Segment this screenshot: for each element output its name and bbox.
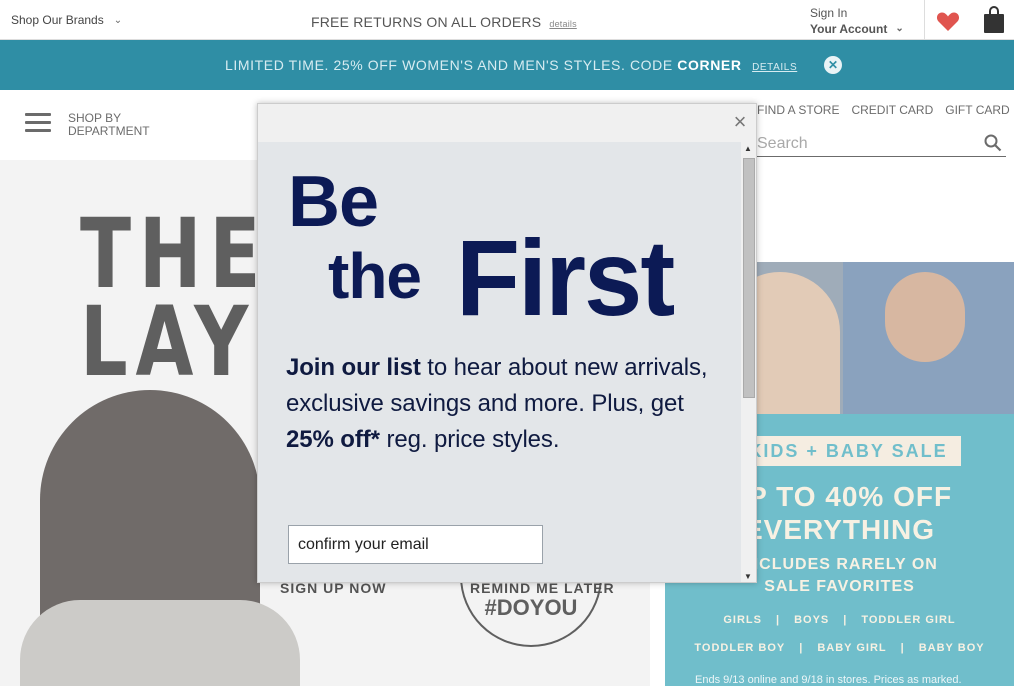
email-signup-modal: × ▲ ▼ Be the First Join our list to hear… — [257, 103, 757, 583]
promo-close-icon[interactable]: ✕ — [824, 56, 842, 74]
your-account-label: Your Account — [810, 22, 888, 36]
sign-in-link[interactable]: Sign In — [810, 5, 904, 21]
promo-text: LIMITED TIME. 25% OFF WOMEN'S AND MEN'S … — [225, 57, 673, 73]
chevron-down-icon: ⌄ — [113, 14, 123, 26]
your-account-dropdown[interactable]: Your Account ⌄ — [810, 21, 904, 37]
headline-first: First — [456, 217, 675, 338]
utility-bar: Shop Our Brands ⌄ FREE RETURNS ON ALL OR… — [0, 0, 1014, 40]
headline-be: Be — [288, 162, 379, 242]
chevron-down-icon: ⌄ — [895, 23, 904, 34]
scrollbar-thumb[interactable] — [743, 158, 755, 398]
modal-scrollbar[interactable]: ▲ ▼ — [741, 142, 756, 582]
copy-discount: 25% off* — [286, 426, 380, 453]
promo-details-link[interactable]: DETAILS — [752, 62, 797, 73]
modal-close-icon[interactable]: × — [731, 110, 749, 134]
divider — [924, 0, 925, 40]
promo-banner: LIMITED TIME. 25% OFF WOMEN'S AND MEN'S … — [0, 40, 1014, 90]
account-menu[interactable]: Sign In Your Account ⌄ — [810, 5, 904, 37]
scroll-up-arrow-icon[interactable]: ▲ — [744, 144, 752, 153]
free-returns-text: FREE RETURNS ON ALL ORDERS — [311, 14, 542, 30]
promo-message: LIMITED TIME. 25% OFF WOMEN'S AND MEN'S … — [225, 57, 797, 73]
heart-icon[interactable] — [936, 10, 960, 32]
promo-code: CORNER — [677, 57, 742, 73]
confirm-email-input[interactable] — [288, 525, 543, 564]
modal-header: × — [258, 104, 756, 142]
shop-our-brands-label: Shop Our Brands — [11, 13, 104, 27]
copy-join-list: Join our list — [286, 354, 421, 381]
modal-body-copy: Join our list to hear about new arrivals… — [286, 350, 726, 458]
free-returns-message: FREE RETURNS ON ALL ORDERS details — [311, 14, 577, 30]
scroll-down-arrow-icon[interactable]: ▼ — [744, 572, 752, 581]
free-returns-details-link[interactable]: details — [549, 19, 576, 29]
shop-our-brands-dropdown[interactable]: Shop Our Brands ⌄ — [11, 13, 122, 27]
copy-text-2: reg. price styles. — [379, 426, 560, 453]
headline-the: the — [328, 240, 422, 312]
shopping-bag-icon[interactable] — [983, 6, 1005, 34]
